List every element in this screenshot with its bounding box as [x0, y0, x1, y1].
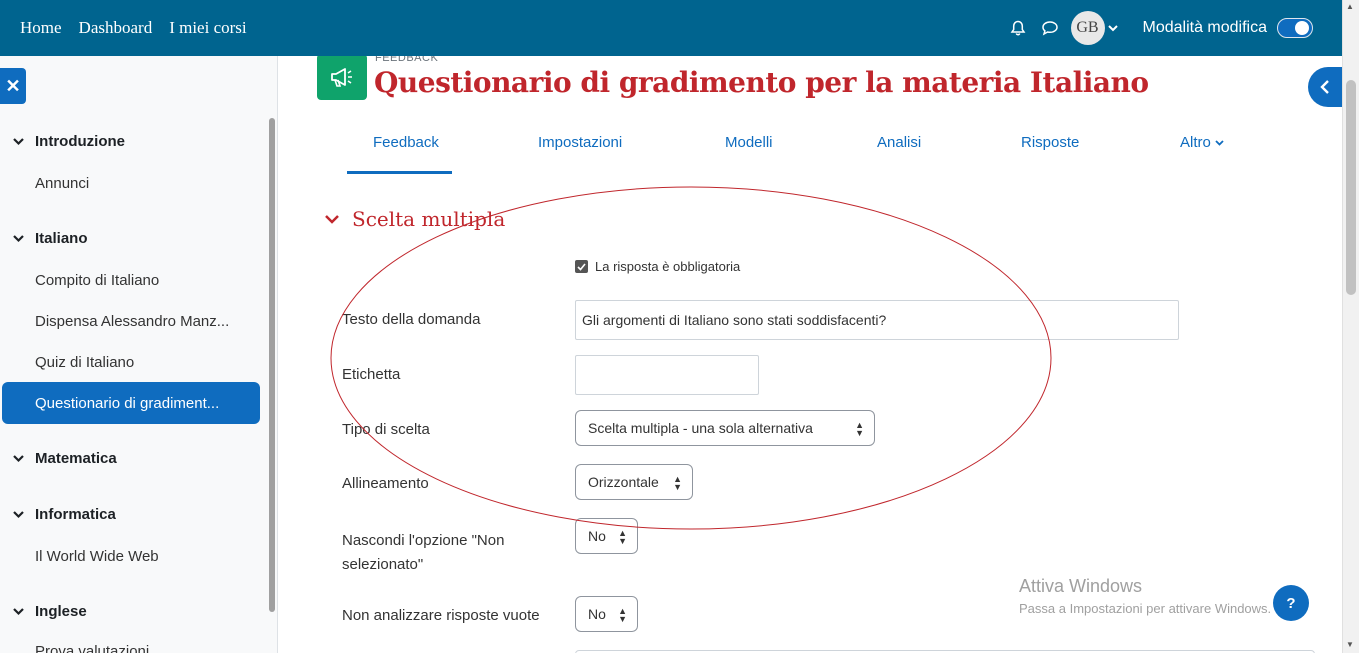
nav-my-courses[interactable]: I miei corsi [169, 18, 246, 38]
chevron-down-icon [13, 511, 24, 519]
avatar[interactable]: GB [1070, 11, 1105, 45]
section-title: Scelta multipla [352, 207, 506, 231]
section-inglese[interactable]: Inglese [12, 603, 87, 620]
page-title: Questionario di gradimento per la materi… [374, 66, 1149, 99]
drawer-scrollbar[interactable] [269, 118, 275, 612]
scrollbar-thumb[interactable] [1346, 80, 1356, 295]
required-label: La risposta è obbligatoria [595, 259, 741, 274]
checkmark-icon [577, 262, 586, 271]
section-italiano[interactable]: Italiano [12, 230, 88, 247]
nav-home[interactable]: Home [20, 18, 62, 38]
chevron-down-icon [13, 138, 24, 146]
tab-modelli[interactable]: Modelli [725, 134, 773, 151]
open-block-drawer-button[interactable] [1308, 67, 1342, 107]
drawer-item-questionario-active[interactable]: Questionario di gradiment... [2, 382, 260, 424]
help-button[interactable]: ? [1273, 585, 1309, 621]
close-icon: ✕ [5, 75, 21, 96]
hide-not-selected-label: Nascondi l'opzione "Non selezionato" [342, 532, 505, 573]
tab-risposte[interactable]: Risposte [1021, 134, 1079, 151]
hide-not-selected-select[interactable]: No ▲ ▼ [575, 518, 638, 554]
top-navbar: Home Dashboard I miei corsi GB Modalità … [0, 0, 1359, 56]
tab-analisi[interactable]: Analisi [877, 134, 921, 151]
drawer-item-dispensa[interactable]: Dispensa Alessandro Manz... [35, 313, 229, 330]
alignment-select[interactable]: Orizzontale ▲ ▼ [575, 464, 693, 500]
active-tab-indicator [347, 171, 452, 174]
select-caret-icon: ▲ ▼ [855, 420, 864, 438]
chevron-down-icon[interactable] [1105, 17, 1121, 39]
question-text-input[interactable]: Gli argomenti di Italiano sono stati sod… [575, 300, 1179, 340]
chevron-down-icon [13, 455, 24, 463]
edit-mode-label: Modalità modifica [1142, 19, 1268, 36]
tab-altro[interactable]: Altro [1180, 134, 1224, 151]
select-caret-icon: ▲ ▼ [618, 606, 627, 624]
select-caret-icon: ▲ ▼ [618, 528, 627, 546]
windows-activation-watermark: Attiva Windows Passa a Impostazioni per … [1019, 576, 1272, 616]
required-checkbox[interactable] [575, 260, 588, 273]
ignore-empty-label: Non analizzare risposte vuote [342, 607, 540, 624]
tab-feedback[interactable]: Feedback [373, 134, 439, 151]
user-menu-area: GB Modalità modifica [1007, 0, 1359, 56]
tag-label: Etichetta [342, 366, 401, 383]
chat-bubble-icon[interactable] [1039, 17, 1061, 39]
window-scrollbar[interactable]: ▲ ▼ [1342, 0, 1359, 653]
scroll-up-icon[interactable]: ▲ [1346, 2, 1354, 11]
edit-mode-toggle[interactable] [1277, 18, 1313, 38]
course-index-drawer: ✕ Introduzione Annunci Italiano Compito … [0, 56, 278, 653]
tab-impostazioni[interactable]: Impostazioni [538, 134, 622, 151]
section-matematica[interactable]: Matematica [12, 450, 117, 467]
drawer-item-quiz[interactable]: Quiz di Italiano [35, 354, 134, 371]
ignore-empty-select[interactable]: No ▲ ▼ [575, 596, 638, 632]
section-toggle-scelta-multipla[interactable]: Scelta multipla [324, 207, 505, 231]
megaphone-icon [317, 56, 367, 100]
chevron-left-icon [1320, 80, 1329, 94]
main-content: FEEDBACK Questionario di gradimento per … [278, 56, 1342, 653]
section-introduzione[interactable]: Introduzione [12, 133, 125, 150]
primary-navigation: Home Dashboard I miei corsi [20, 18, 247, 38]
close-drawer-button[interactable]: ✕ [0, 68, 26, 104]
chevron-down-icon [13, 608, 24, 616]
chevron-down-icon [325, 215, 339, 224]
tag-input[interactable] [575, 355, 759, 395]
drawer-item-www[interactable]: Il World Wide Web [35, 548, 159, 565]
select-caret-icon: ▲ ▼ [673, 474, 682, 492]
choice-type-select[interactable]: Scelta multipla - una sola alternativa ▲… [575, 410, 875, 446]
alignment-label: Allineamento [342, 475, 429, 492]
section-informatica[interactable]: Informatica [12, 506, 116, 523]
question-text-label: Testo della domanda [342, 311, 481, 328]
bell-icon[interactable] [1007, 17, 1029, 39]
scroll-down-icon[interactable]: ▼ [1346, 640, 1354, 649]
drawer-item-compito[interactable]: Compito di Italiano [35, 272, 159, 289]
nav-dashboard[interactable]: Dashboard [79, 18, 153, 38]
module-type-label: FEEDBACK [375, 56, 439, 64]
required-checkbox-row: La risposta è obbligatoria [575, 259, 740, 274]
chevron-down-icon [1215, 139, 1224, 146]
drawer-item-prova[interactable]: Prova valutazioni [35, 643, 149, 653]
chevron-down-icon [13, 235, 24, 243]
choice-type-label: Tipo di scelta [342, 421, 430, 438]
drawer-item-annunci[interactable]: Annunci [35, 175, 89, 192]
